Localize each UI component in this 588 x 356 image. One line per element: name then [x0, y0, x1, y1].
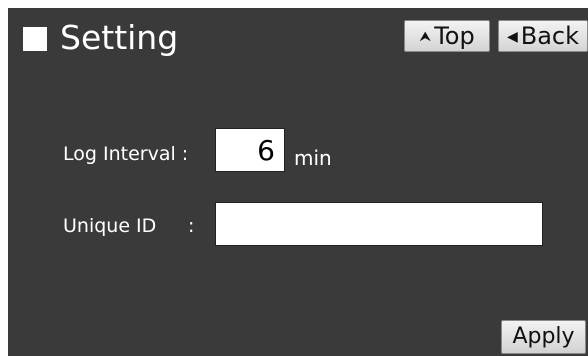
- log-interval-unit: min: [294, 146, 332, 170]
- apply-button[interactable]: Apply: [501, 320, 586, 354]
- top-button[interactable]: ⮝ Top: [404, 20, 490, 52]
- settings-screen: Setting ⮝ Top ◀ Back Log Interval : min …: [8, 8, 588, 356]
- triangle-left-icon: ◀: [506, 29, 518, 45]
- back-button-label: Back: [520, 22, 580, 50]
- top-button-label: Top: [434, 22, 475, 50]
- back-button[interactable]: ◀ Back: [498, 20, 588, 52]
- square-icon: [23, 27, 47, 51]
- unique-id-colon: :: [188, 215, 195, 237]
- arrow-up-icon: ⮝: [419, 29, 432, 45]
- page-title: Setting: [60, 18, 179, 57]
- log-interval-label: Log Interval :: [63, 143, 189, 165]
- unique-id-label: Unique ID: [63, 215, 157, 237]
- log-interval-input[interactable]: [215, 128, 285, 172]
- unique-id-input[interactable]: [215, 202, 543, 246]
